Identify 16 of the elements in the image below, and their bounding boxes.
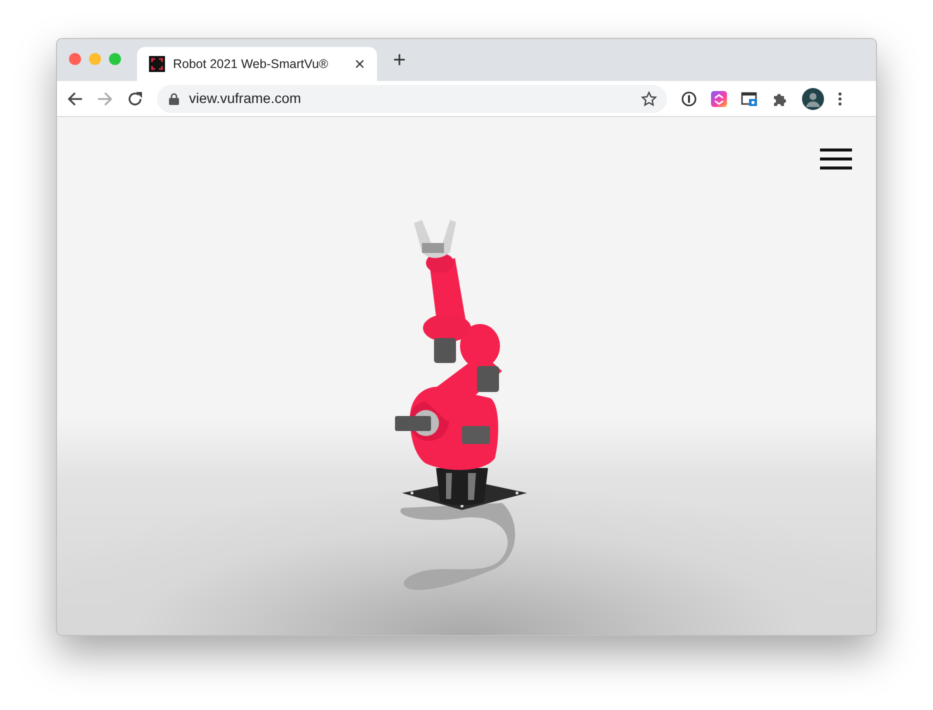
extension-icon[interactable] [681, 90, 697, 106]
profile-avatar[interactable] [802, 88, 824, 110]
back-icon[interactable] [67, 90, 83, 106]
tab-title: Robot 2021 Web-SmartVu® [173, 56, 328, 73]
lock-icon [169, 92, 179, 104]
address-bar[interactable]: view.vuframe.com [157, 84, 667, 112]
new-tab-button[interactable]: + [389, 49, 410, 71]
reload-icon[interactable] [127, 90, 143, 106]
menu-icon[interactable] [838, 92, 842, 106]
favicon-icon [149, 56, 165, 72]
window-extension-icon[interactable] [741, 90, 758, 106]
url-text: view.vuframe.com [189, 89, 302, 108]
close-tab-button[interactable]: × [352, 55, 367, 73]
bookmark-star-icon[interactable] [641, 90, 657, 106]
menu-icon[interactable] [820, 147, 852, 171]
browser-tab[interactable]: Robot 2021 Web-SmartVu® × [137, 47, 377, 81]
